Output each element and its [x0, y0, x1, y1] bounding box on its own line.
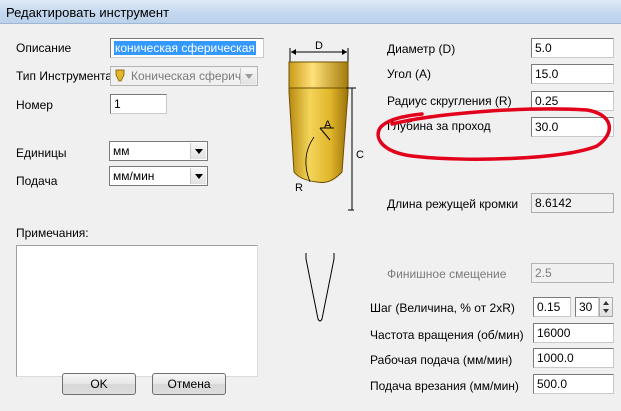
- number-field[interactable]: 1: [110, 94, 167, 114]
- cancel-button[interactable]: Отмена: [152, 373, 226, 395]
- notes-textarea[interactable]: [16, 245, 258, 377]
- step-percent-spinner[interactable]: [599, 297, 613, 317]
- finish-offset-field[interactable]: 2.5: [531, 263, 614, 283]
- notes-label: Примечания:: [16, 226, 89, 240]
- title-bar[interactable]: Редактировать инструмент: [0, 0, 621, 24]
- feed-label: Подача: [16, 174, 58, 188]
- radius-dim-label: R: [295, 182, 303, 194]
- chevron-down-icon[interactable]: [190, 168, 206, 184]
- tool-type-select[interactable]: Коническая сферичес: [110, 66, 258, 86]
- spindle-speed-field[interactable]: 16000: [533, 323, 614, 343]
- cutting-length-label: Длина режущей кромки: [387, 197, 519, 211]
- diameter-dim-label: D: [315, 40, 323, 52]
- window-title: Редактировать инструмент: [6, 5, 170, 20]
- step-label: Шаг (Величина, % от 2xR): [370, 301, 515, 315]
- diameter-field[interactable]: 5.0: [531, 38, 614, 58]
- cutting-length-field: 8.6142: [531, 193, 614, 213]
- length-dim-label: C: [356, 149, 364, 161]
- feed-units-value: мм/мин: [113, 169, 155, 183]
- spindle-speed-label: Частота вращения (об/мин): [370, 328, 524, 342]
- ok-button[interactable]: OK: [62, 373, 136, 395]
- number-label: Номер: [16, 98, 53, 112]
- cone-tool-icon: [115, 69, 125, 82]
- finish-offset-label: Финишное смещение: [387, 267, 507, 281]
- feed-units-select[interactable]: мм/мин: [109, 166, 208, 186]
- angle-dim-label: A: [324, 119, 332, 131]
- chevron-down-icon[interactable]: [240, 68, 256, 84]
- tool-profile-sketch: [305, 253, 335, 322]
- angle-field[interactable]: 15.0: [531, 64, 614, 84]
- red-annotation-ellipse: [376, 107, 612, 161]
- units-label: Единицы: [16, 146, 67, 160]
- chevron-down-icon[interactable]: [190, 143, 206, 159]
- step-field[interactable]: 0.15: [533, 297, 571, 317]
- description-label: Описание: [16, 41, 72, 55]
- step-percent-field[interactable]: 30: [575, 297, 599, 317]
- plunge-feed-field[interactable]: 500.0: [533, 374, 614, 394]
- work-feed-field[interactable]: 1000.0: [533, 348, 614, 368]
- description-value: коническая сферическая: [114, 41, 256, 55]
- tool-type-value: Коническая сферичес: [131, 69, 254, 83]
- spin-down-icon[interactable]: [603, 309, 609, 313]
- plunge-feed-label: Подача врезания (мм/мин): [370, 379, 519, 393]
- work-feed-label: Рабочая подача (мм/мин): [370, 353, 513, 367]
- tool-diagram: D C A R: [288, 40, 364, 211]
- diameter-label: Диаметр (D): [387, 42, 456, 56]
- units-value: мм: [113, 144, 130, 158]
- description-field[interactable]: коническая сферическая: [110, 38, 264, 58]
- units-select[interactable]: мм: [109, 141, 208, 161]
- angle-label: Угол (A): [387, 67, 431, 81]
- tool-type-label: Тип Инструмента: [16, 69, 113, 83]
- spin-up-icon[interactable]: [603, 301, 609, 305]
- dialog-body: Описание коническая сферическая Тип Инст…: [0, 24, 621, 411]
